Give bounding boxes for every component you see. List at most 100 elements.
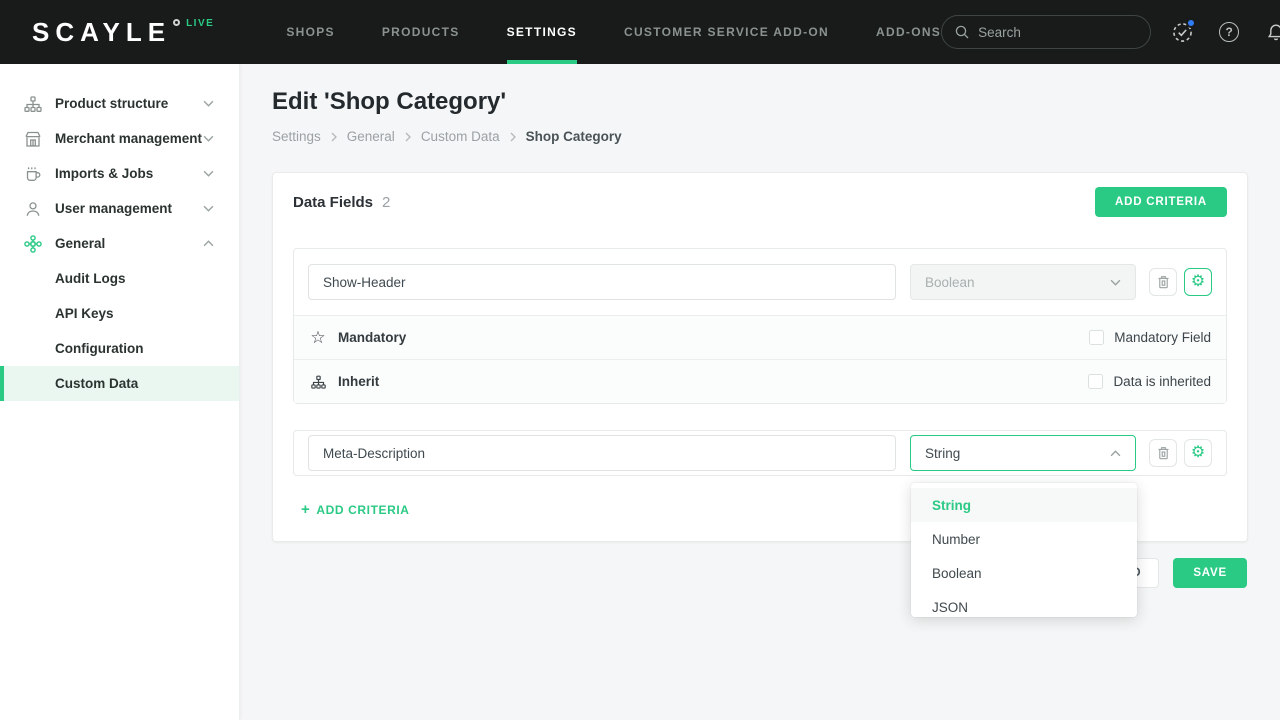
- breadcrumb-shop-category: Shop Category: [526, 129, 622, 144]
- live-badge: LIVE: [186, 18, 214, 29]
- main-content: Edit 'Shop Category' Settings General Cu…: [240, 64, 1280, 720]
- nav-item-add-ons[interactable]: ADD-ONS: [876, 0, 941, 64]
- help-icon: ?: [1219, 22, 1239, 42]
- field-name-input[interactable]: [308, 435, 896, 471]
- search-icon: [955, 25, 969, 39]
- sidebar-subitem-custom-data[interactable]: Custom Data: [0, 366, 239, 401]
- save-button[interactable]: SAVE: [1173, 558, 1247, 588]
- breadcrumb-general[interactable]: General: [347, 129, 395, 144]
- mandatory-checkbox-label: Mandatory Field: [1114, 330, 1211, 345]
- hierarchy-icon: [24, 96, 42, 112]
- scayle-logo[interactable]: SCAYLE LIVE: [32, 17, 214, 47]
- sidebar-item-merchant-management[interactable]: Merchant management: [0, 121, 239, 156]
- nav-item-products[interactable]: PRODUCTS: [382, 0, 460, 64]
- sidebar-item-imports-jobs[interactable]: Imports & Jobs: [0, 156, 239, 191]
- add-criteria-button[interactable]: ADD CRITERIA: [1095, 187, 1227, 217]
- main-nav: SHOPS PRODUCTS SETTINGS CUSTOMER SERVICE…: [286, 0, 941, 64]
- dropdown-option-boolean[interactable]: Boolean: [911, 556, 1137, 590]
- help-button[interactable]: ?: [1216, 19, 1242, 45]
- sidebar: Product structure Merchant management Im…: [0, 64, 240, 720]
- delete-field-button[interactable]: [1149, 268, 1177, 296]
- sidebar-subitem-audit-logs[interactable]: Audit Logs: [0, 261, 239, 296]
- inherit-checkbox-label: Data is inherited: [1113, 374, 1211, 389]
- chevron-up-icon: [203, 240, 214, 247]
- trash-icon: [1157, 275, 1170, 289]
- field-type-select-open[interactable]: String String Number Boolean JSON: [910, 435, 1136, 471]
- logo-text: SCAYLE: [32, 17, 171, 47]
- field-group-show-header: Boolean ⚙ ☆ Mandatory Mandatory Field: [293, 248, 1227, 404]
- sidebar-item-general[interactable]: General: [0, 226, 239, 261]
- user-icon: [24, 201, 42, 217]
- topbar: SCAYLE LIVE SHOPS PRODUCTS SETTINGS CUST…: [0, 0, 1280, 64]
- nav-item-shops[interactable]: SHOPS: [286, 0, 335, 64]
- add-criteria-link-label: ADD CRITERIA: [316, 503, 409, 517]
- nav-item-settings[interactable]: SETTINGS: [507, 0, 577, 64]
- chevron-down-icon: [203, 205, 214, 212]
- inherit-label: Inherit: [338, 374, 379, 389]
- breadcrumb: Settings General Custom Data Shop Catego…: [272, 129, 1280, 144]
- tasks-button[interactable]: [1169, 19, 1195, 45]
- field-type-value: Boolean: [925, 275, 975, 290]
- chevron-right-icon: [405, 132, 411, 142]
- dropdown-option-json[interactable]: JSON: [911, 590, 1137, 617]
- chevron-right-icon: [510, 132, 516, 142]
- field-row: Boolean ⚙: [294, 249, 1226, 315]
- plus-icon: +: [301, 502, 310, 517]
- sidebar-subitem-configuration[interactable]: Configuration: [0, 331, 239, 366]
- breadcrumb-custom-data[interactable]: Custom Data: [421, 129, 500, 144]
- search-input[interactable]: [978, 25, 1128, 40]
- field-type-select[interactable]: Boolean: [910, 264, 1136, 300]
- chevron-up-icon: [1110, 450, 1121, 457]
- sidebar-item-label: Product structure: [55, 96, 168, 111]
- field-group-meta-description: String String Number Boolean JSON ⚙: [293, 430, 1227, 476]
- sidebar-item-label: General: [55, 236, 105, 251]
- inherit-icon: [309, 375, 327, 389]
- type-dropdown: String Number Boolean JSON: [911, 483, 1137, 617]
- field-type-value: String: [925, 446, 960, 461]
- card-title: Data Fields: [293, 194, 373, 211]
- chevron-down-icon: [203, 170, 214, 177]
- topbar-right: ? 1 SB: [941, 15, 1280, 49]
- page-title: Edit 'Shop Category': [272, 88, 1280, 116]
- data-fields-card: Data Fields 2 ADD CRITERIA Boolean ⚙ ☆: [272, 172, 1248, 542]
- mandatory-checkbox[interactable]: [1089, 330, 1104, 345]
- data-fields-count: 2: [382, 194, 390, 211]
- sidebar-item-label: Imports & Jobs: [55, 166, 153, 181]
- dropdown-option-number[interactable]: Number: [911, 522, 1137, 556]
- field-settings-button[interactable]: ⚙: [1184, 439, 1212, 467]
- field-name-input[interactable]: [308, 264, 896, 300]
- logo-circle-icon: [173, 19, 180, 26]
- trash-icon: [1157, 446, 1170, 460]
- mandatory-label: Mandatory: [338, 330, 406, 345]
- delete-field-button[interactable]: [1149, 439, 1177, 467]
- inherit-checkbox[interactable]: [1088, 374, 1103, 389]
- inherit-row: Inherit Data is inherited: [294, 359, 1226, 403]
- gear-icon: ⚙: [1191, 445, 1205, 461]
- add-criteria-link[interactable]: + ADD CRITERIA: [301, 502, 410, 517]
- bell-icon: [1266, 22, 1280, 43]
- mandatory-row: ☆ Mandatory Mandatory Field: [294, 315, 1226, 359]
- search-box[interactable]: [941, 15, 1151, 49]
- sidebar-subitem-api-keys[interactable]: API Keys: [0, 296, 239, 331]
- field-settings-button[interactable]: ⚙: [1184, 268, 1212, 296]
- breadcrumb-settings[interactable]: Settings: [272, 129, 321, 144]
- card-header: Data Fields 2 ADD CRITERIA: [293, 173, 1227, 231]
- hub-icon: [24, 235, 42, 253]
- dropdown-option-string[interactable]: String: [911, 488, 1137, 522]
- mug-icon: [24, 166, 42, 182]
- sidebar-item-user-management[interactable]: User management: [0, 191, 239, 226]
- sidebar-item-label: Merchant management: [55, 131, 202, 146]
- store-icon: [24, 131, 42, 147]
- topbar-icons: ? 1 SB: [1169, 16, 1280, 49]
- chevron-down-icon: [1110, 279, 1121, 286]
- notifications-button[interactable]: 1: [1263, 19, 1280, 45]
- field-row: String String Number Boolean JSON ⚙: [294, 431, 1226, 475]
- sidebar-item-label: User management: [55, 201, 172, 216]
- nav-item-customer-service-add-on[interactable]: CUSTOMER SERVICE ADD-ON: [624, 0, 829, 64]
- sidebar-item-product-structure[interactable]: Product structure: [0, 86, 239, 121]
- chevron-down-icon: [203, 135, 214, 142]
- chevron-right-icon: [331, 132, 337, 142]
- gear-icon: ⚙: [1191, 274, 1205, 290]
- notification-dot: [1186, 18, 1196, 28]
- chevron-down-icon: [203, 100, 214, 107]
